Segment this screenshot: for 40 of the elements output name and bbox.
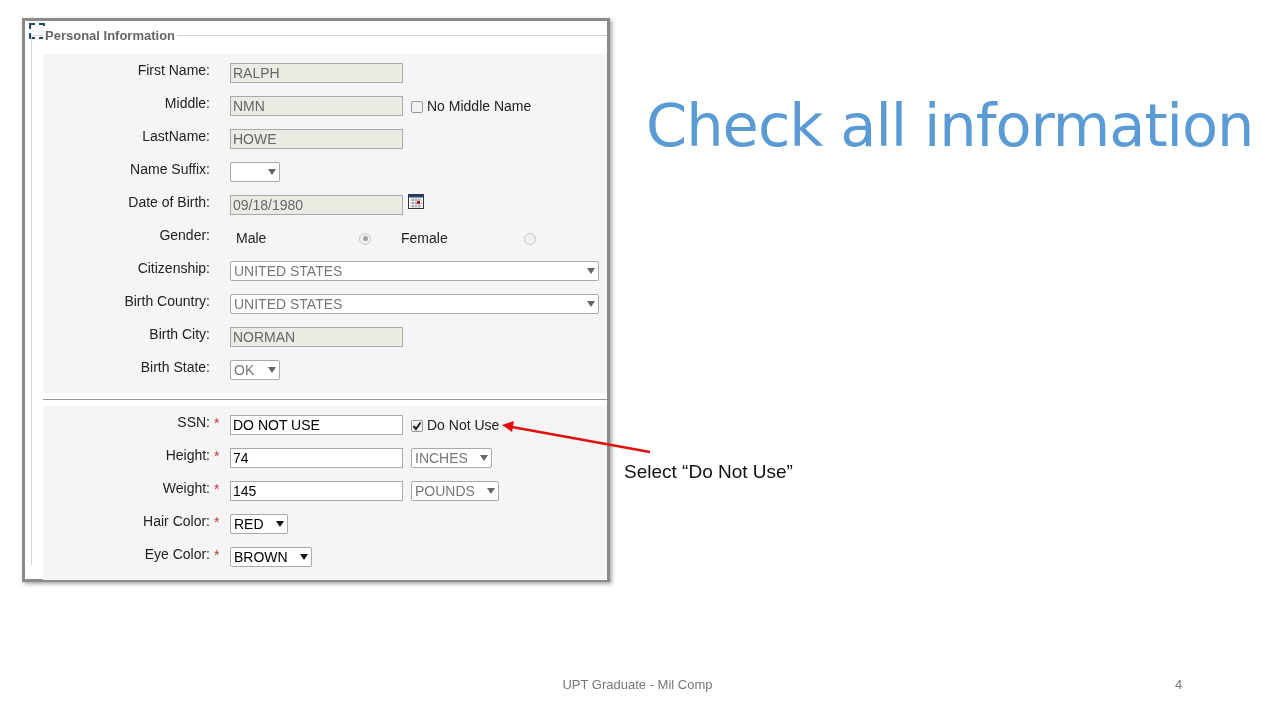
required-mark: * xyxy=(214,514,220,530)
field-label: Citizenship: xyxy=(137,259,210,278)
callout-text: Select “Do Not Use” xyxy=(624,460,793,484)
field-label: LastName: xyxy=(142,127,210,146)
dropdown-value: POUNDS xyxy=(415,481,475,501)
radio-label: Female xyxy=(401,229,448,248)
field-label: Birth City: xyxy=(149,325,210,344)
dropdown[interactable]: BROWN xyxy=(230,547,312,567)
checkbox-label: No Middle Name xyxy=(427,97,532,116)
dropdown-value: INCHES xyxy=(415,448,468,468)
dropdown-value: RED xyxy=(234,514,264,534)
field-label: SSN: xyxy=(177,413,210,432)
field-label: Gender: xyxy=(159,226,210,245)
required-mark: * xyxy=(214,547,220,563)
field-label: Date of Birth: xyxy=(128,193,210,212)
field-label: Eye Color: xyxy=(144,545,210,564)
required-mark: * xyxy=(214,415,220,431)
field-label: Height: xyxy=(165,446,210,465)
field-label: Middle: xyxy=(164,94,210,113)
input-field[interactable]: 74 xyxy=(230,448,403,468)
field-label: Birth Country: xyxy=(124,292,210,311)
slide-title: Check all information xyxy=(646,90,1254,162)
required-mark: * xyxy=(214,448,220,464)
field-label: First Name: xyxy=(137,61,210,80)
dropdown-value: OK xyxy=(234,360,255,380)
field-label: Hair Color: xyxy=(143,512,210,531)
dropdown[interactable]: RED xyxy=(230,514,288,534)
dropdown-value: UNITED STATES xyxy=(234,294,343,314)
field-label: Name Suffix: xyxy=(130,160,210,179)
slide-footer: UPT Graduate - Mil Comp xyxy=(562,674,713,694)
required-mark: * xyxy=(214,481,220,497)
slide-number: 4 xyxy=(1175,675,1184,694)
field-label: Birth State: xyxy=(140,358,210,377)
field-label: Weight: xyxy=(162,479,210,498)
checkbox-label: Do Not Use xyxy=(427,416,500,435)
radio-label: Male xyxy=(236,229,267,248)
input-field[interactable]: DO NOT USE xyxy=(230,415,403,435)
input-field[interactable]: 145 xyxy=(230,481,403,501)
dropdown-value: BROWN xyxy=(234,547,288,567)
dropdown-value: UNITED STATES xyxy=(234,261,343,281)
